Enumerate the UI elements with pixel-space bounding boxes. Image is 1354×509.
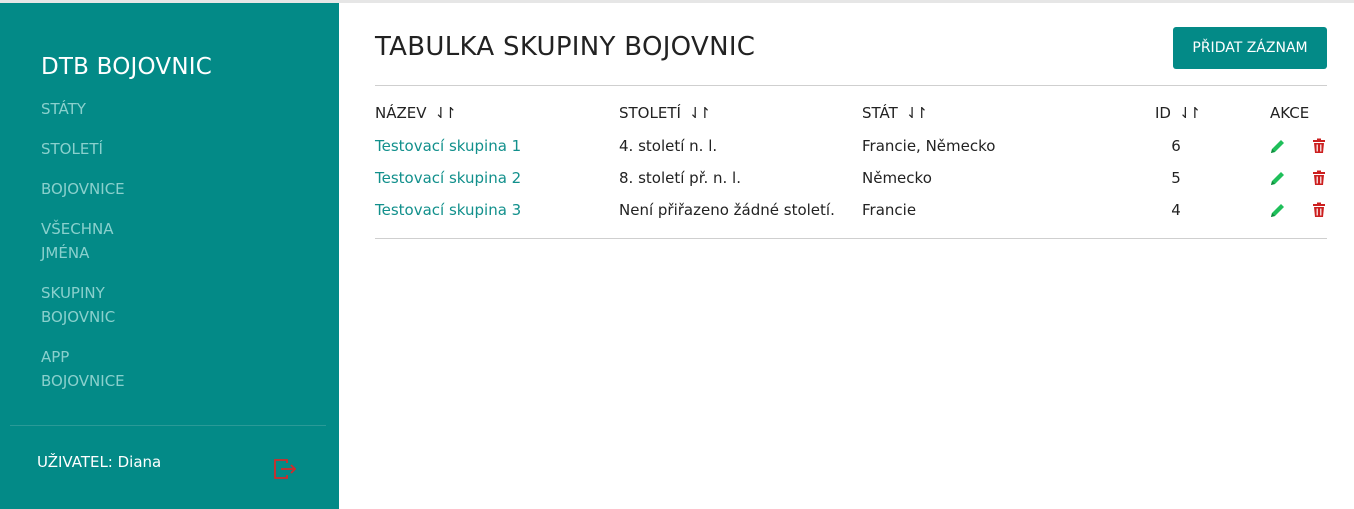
- column-header-label: STOLETÍ: [619, 104, 681, 122]
- column-header-label: STÁT: [862, 104, 898, 122]
- column-header-id: ID ⇃↾: [1155, 104, 1201, 122]
- table-top-divider: [375, 85, 1327, 86]
- column-header-akce: AKCE: [1270, 104, 1309, 122]
- edit-icon[interactable]: [1270, 202, 1286, 218]
- brand-title: DTB BOJOVNIC: [41, 54, 212, 80]
- table-row-id: 4: [1171, 201, 1181, 219]
- table-row-state: Německo: [862, 169, 932, 187]
- column-header-nazev: NÁZEV ⇃↾: [375, 104, 457, 122]
- table-row-name-link[interactable]: Testovací skupina 1: [375, 137, 521, 155]
- sort-icon[interactable]: ⇃↾: [689, 104, 711, 122]
- table-row-name-link[interactable]: Testovací skupina 3: [375, 201, 521, 219]
- table-row-century: Není přiřazeno žádné století.: [619, 201, 835, 219]
- edit-icon[interactable]: [1270, 170, 1286, 186]
- column-header-stat: STÁT ⇃↾: [862, 104, 928, 122]
- table-bottom-divider: [375, 238, 1327, 239]
- delete-icon[interactable]: [1311, 138, 1327, 154]
- logout-icon[interactable]: [273, 458, 299, 480]
- sidebar-item-skupiny-bojovnic[interactable]: SKUPINY BOJOVNIC: [41, 281, 131, 329]
- sidebar-divider: [10, 425, 326, 426]
- sort-icon[interactable]: ⇃↾: [906, 104, 928, 122]
- sidebar-item-app-bojovnice[interactable]: APP BOJOVNICE: [41, 345, 131, 393]
- column-header-label: NÁZEV: [375, 104, 427, 122]
- sidebar-item-vsechna-jmena[interactable]: VŠECHNA JMÉNA: [41, 217, 131, 265]
- add-record-button[interactable]: PŘIDAT ZÁZNAM: [1173, 27, 1327, 69]
- sidebar: DTB BOJOVNIC STÁTY STOLETÍ BOJOVNICE VŠE…: [0, 3, 339, 509]
- edit-icon[interactable]: [1270, 138, 1286, 154]
- table-row-id: 5: [1171, 169, 1181, 187]
- sort-icon[interactable]: ⇃↾: [435, 104, 457, 122]
- delete-icon[interactable]: [1311, 202, 1327, 218]
- table-row-state: Francie: [862, 201, 917, 219]
- column-header-stoleti: STOLETÍ ⇃↾: [619, 104, 711, 122]
- sort-icon[interactable]: ⇃↾: [1179, 104, 1201, 122]
- table-row-century: 4. století n. l.: [619, 137, 718, 155]
- column-header-label: AKCE: [1270, 104, 1310, 122]
- table-row-state: Francie, Německo: [862, 137, 996, 155]
- column-header-label: ID: [1155, 104, 1171, 122]
- sidebar-item-staty[interactable]: STÁTY: [41, 97, 161, 121]
- user-label: UŽIVATEL: Diana: [37, 453, 162, 471]
- table-row-century: 8. století př. n. l.: [619, 169, 741, 187]
- table-row-name-link[interactable]: Testovací skupina 2: [375, 169, 521, 187]
- delete-icon[interactable]: [1311, 170, 1327, 186]
- page-title: TABULKA SKUPINY BOJOVNIC: [375, 32, 756, 62]
- sidebar-item-bojovnice[interactable]: BOJOVNICE: [41, 177, 161, 201]
- sidebar-item-stoleti[interactable]: STOLETÍ: [41, 137, 161, 161]
- table-row-id: 6: [1171, 137, 1181, 155]
